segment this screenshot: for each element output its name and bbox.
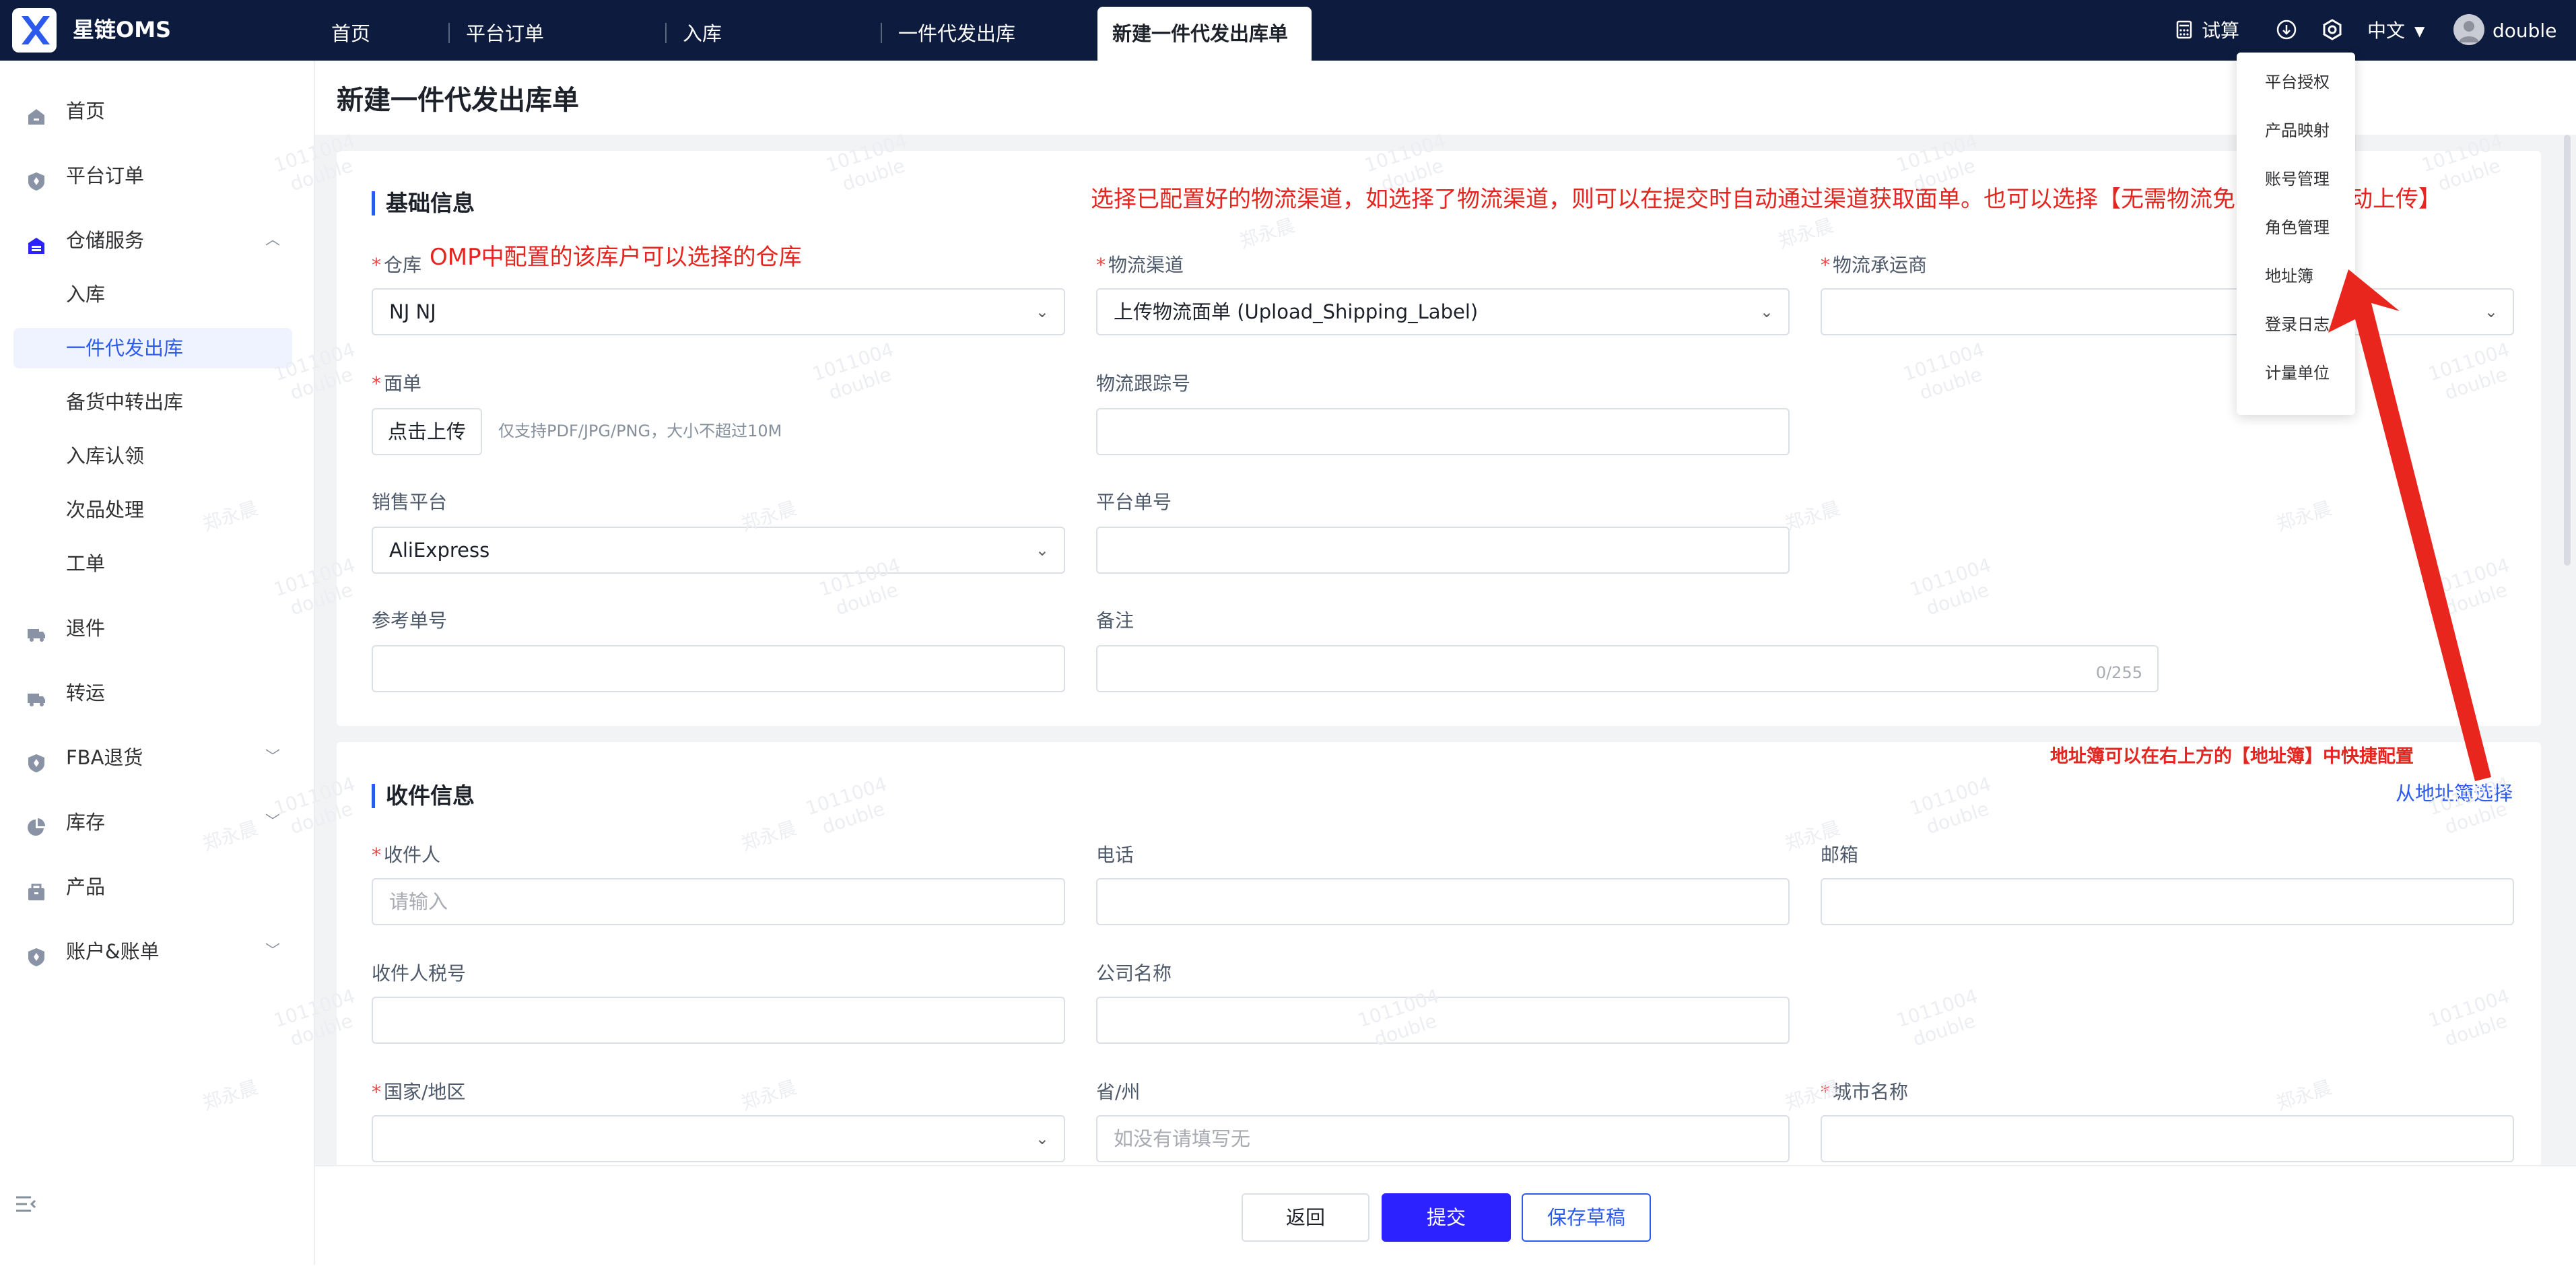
annotation-arrow: [2328, 269, 2491, 781]
